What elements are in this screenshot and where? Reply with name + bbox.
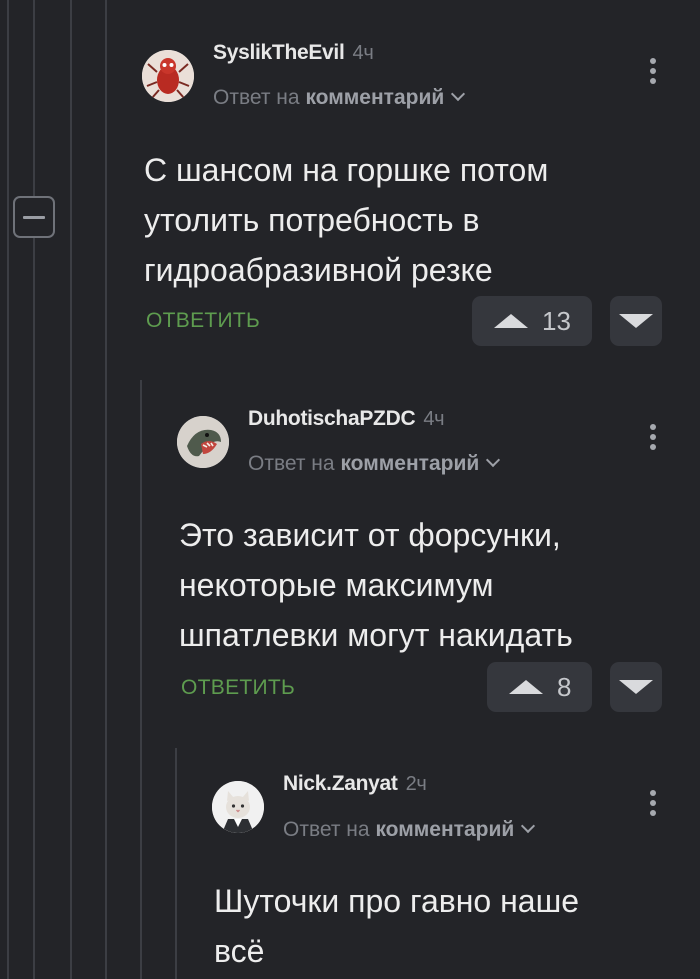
thread-line-6 (175, 748, 177, 979)
thread-line-4 (105, 0, 107, 979)
arrow-up-icon (494, 314, 528, 328)
chevron-down-icon[interactable] (451, 86, 466, 102)
vote-count: 8 (557, 671, 572, 702)
username-text[interactable]: Nick.Zanyat (283, 772, 398, 795)
reply-to-link[interactable]: Ответ на комментарий (213, 86, 466, 110)
reply-to-target[interactable]: комментарий (340, 452, 479, 475)
upvote-button[interactable]: 13 (472, 296, 592, 346)
thread-line-2b (33, 238, 35, 979)
username[interactable]: Nick.Zanyat 2ч (283, 772, 427, 796)
thread-line-3 (70, 0, 72, 979)
username-text[interactable]: DuhotischaPZDC (248, 407, 416, 430)
chevron-down-icon[interactable] (486, 452, 501, 468)
reply-to-link[interactable]: Ответ на комментарий (283, 818, 536, 842)
thread-line-5 (140, 380, 142, 979)
more-options-icon[interactable] (649, 424, 657, 450)
arrow-up-icon (509, 680, 543, 694)
more-options-icon[interactable] (649, 790, 657, 816)
avatar[interactable] (142, 50, 194, 102)
thread-line-1 (7, 0, 9, 979)
comment-line: Это зависит от форсунки, (179, 517, 561, 553)
reply-to-target[interactable]: комментарий (305, 86, 444, 109)
comment-line: утолить потребность в (144, 202, 480, 238)
reply-to-prefix: Ответ на (213, 86, 300, 109)
comment-text: Это зависит от форсунки, некоторые макси… (179, 510, 573, 660)
reply-button[interactable]: ОТВЕТИТЬ (146, 309, 260, 333)
timestamp: 4ч (423, 408, 445, 430)
reply-to-prefix: Ответ на (248, 452, 335, 475)
downvote-button[interactable] (610, 296, 662, 346)
vote-count: 13 (542, 305, 571, 336)
timestamp: 4ч (352, 42, 374, 64)
comment-text: Шуточки про гавно наше всё (214, 876, 579, 976)
comment-line: С шансом на горшке потом (144, 152, 549, 188)
username[interactable]: DuhotischaPZDC 4ч (248, 407, 445, 431)
username[interactable]: SyslikTheEvil 4ч (213, 41, 374, 65)
collapse-thread-button[interactable] (13, 196, 55, 238)
arrow-down-icon (619, 680, 653, 694)
more-options-icon[interactable] (649, 58, 657, 84)
thread-line-2 (33, 0, 35, 196)
timestamp: 2ч (405, 773, 427, 795)
username-text[interactable]: SyslikTheEvil (213, 41, 345, 64)
comment-line: всё (214, 933, 265, 969)
downvote-button[interactable] (610, 662, 662, 712)
arrow-down-icon (619, 314, 653, 328)
comment-line: некоторые максимум (179, 567, 494, 603)
reply-to-target[interactable]: комментарий (375, 818, 514, 841)
avatar[interactable] (177, 416, 229, 468)
reply-button[interactable]: ОТВЕТИТЬ (181, 676, 295, 700)
avatar[interactable] (212, 781, 264, 833)
chevron-down-icon[interactable] (521, 818, 536, 834)
upvote-button[interactable]: 8 (487, 662, 592, 712)
reply-to-prefix: Ответ на (283, 818, 370, 841)
minus-icon (23, 215, 45, 219)
comment-text: С шансом на горшке потом утолить потребн… (144, 145, 548, 295)
comment-line: шпатлевки могут накидать (179, 617, 573, 653)
reply-to-link[interactable]: Ответ на комментарий (248, 452, 501, 476)
comment-line: гидроабразивной резке (144, 252, 493, 288)
comment-line: Шуточки про гавно наше (214, 883, 580, 919)
